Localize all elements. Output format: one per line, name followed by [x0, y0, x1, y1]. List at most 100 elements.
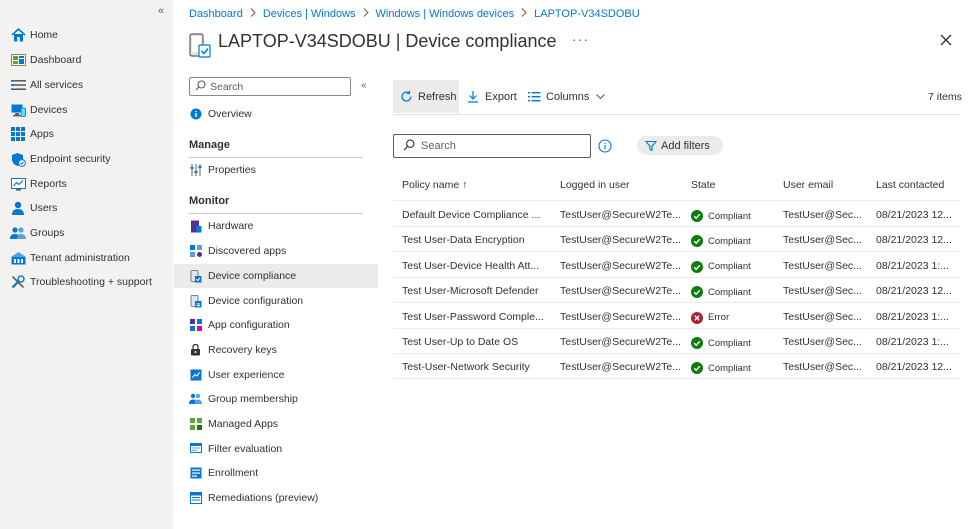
breadcrumb-devices-windows[interactable]: Devices | Windows — [263, 8, 356, 20]
menu-item-device-configuration[interactable]: Device configuration — [174, 289, 378, 313]
columns-button[interactable]: Columns — [527, 80, 606, 113]
menu-item-hardware[interactable]: Hardware — [174, 214, 378, 238]
menu-item-managed-apps[interactable]: Managed Apps — [174, 412, 378, 436]
logged-in-user-cell: TestUser@SecureW2Te... — [560, 234, 681, 247]
menu-item-app-configuration[interactable]: App configuration — [174, 313, 378, 337]
state-label: Compliant — [708, 286, 751, 298]
success-check-icon — [691, 337, 703, 349]
menu-item-overview[interactable]: Overview — [174, 102, 378, 126]
nav-item-label: Endpoint security — [30, 153, 111, 165]
state-label: Compliant — [708, 235, 751, 247]
close-icon[interactable] — [938, 32, 954, 48]
breadcrumb-dashboard[interactable]: Dashboard — [189, 8, 243, 20]
nav-item-devices[interactable]: Devices — [10, 100, 67, 120]
nav-item-all-services[interactable]: All services — [10, 75, 83, 95]
column-header-user-email[interactable]: User email — [783, 179, 833, 191]
nav-item-troubleshooting-support[interactable]: Troubleshooting + support — [10, 272, 152, 292]
nav-item-endpoint-security[interactable]: Endpoint security — [10, 149, 111, 169]
collapse-nav-button[interactable]: « — [158, 5, 164, 17]
menu-item-label: Overview — [208, 108, 252, 120]
table-row[interactable]: Test User-Password Comple... TestUser@Sec… — [393, 304, 960, 329]
nav-item-label: Reports — [30, 178, 67, 190]
managed-apps-icon — [189, 418, 202, 431]
troubleshooting-icon — [10, 274, 26, 290]
table-row[interactable]: Test User-Data Encryption TestUser@Secure… — [393, 227, 960, 253]
menu-search-placeholder: Search — [210, 80, 244, 93]
user-email-cell: TestUser@Sec... — [783, 336, 862, 348]
logged-in-user-cell: TestUser@SecureW2Te... — [560, 310, 681, 323]
more-options-button[interactable]: ··· — [572, 31, 589, 47]
policy-name-cell[interactable]: Default Device Compliance ... — [402, 209, 554, 221]
column-header-state[interactable]: State — [691, 179, 716, 191]
column-header-policy-name[interactable]: Policy name ↑ — [402, 179, 467, 191]
table-row[interactable]: Test User-Microsoft Defender TestUser@Sec… — [393, 278, 960, 304]
breadcrumb-device[interactable]: LAPTOP-V34SDOBU — [534, 8, 640, 20]
column-header-last-contacted[interactable]: Last contacted — [876, 179, 944, 191]
nav-item-label: Groups — [30, 227, 65, 239]
user-email-cell: TestUser@Sec... — [783, 259, 862, 272]
last-contacted-cell: 08/21/2023 12... — [876, 285, 952, 298]
grid-search-input[interactable]: Search — [393, 134, 591, 158]
menu-item-label: Device configuration — [208, 295, 304, 307]
refresh-button[interactable]: Refresh — [393, 80, 459, 113]
nav-item-apps[interactable]: Apps — [10, 124, 54, 144]
breadcrumb-windows-devices[interactable]: Windows | Windows devices — [376, 8, 515, 20]
nav-item-label: Devices — [30, 104, 68, 116]
menu-item-remediations-preview[interactable]: Remediations (preview) — [174, 486, 378, 510]
nav-item-label: All services — [30, 79, 84, 91]
download-icon — [466, 90, 480, 104]
last-contacted-cell: 08/21/2023 1:... — [876, 259, 949, 272]
policy-name-cell[interactable]: Test User-Up to Date OS — [402, 336, 554, 348]
add-filters-button[interactable]: Add filters — [637, 136, 723, 155]
policy-name-cell[interactable]: Test User-Password Comple... — [402, 311, 554, 323]
nav-item-dashboard[interactable]: Dashboard — [10, 50, 81, 70]
discovered-apps-icon — [189, 245, 202, 258]
nav-item-tenant-administration[interactable]: Tenant administration — [10, 248, 130, 268]
logged-in-user-cell: TestUser@SecureW2Te... — [560, 285, 681, 298]
export-button[interactable]: Export — [466, 80, 517, 113]
nav-item-reports[interactable]: Reports — [10, 174, 67, 194]
column-header-logged-in-user[interactable]: Logged in user — [560, 179, 629, 191]
nav-item-users[interactable]: Users — [10, 198, 57, 218]
menu-item-discovered-apps[interactable]: Discovered apps — [174, 239, 378, 263]
recovery-keys-icon — [189, 344, 202, 357]
menu-search-input[interactable]: Search — [189, 77, 351, 96]
device-compliance-icon — [189, 33, 211, 59]
info-icon — [189, 108, 202, 121]
user-experience-icon — [189, 369, 202, 382]
table-row[interactable]: Default Device Compliance ... TestUser@Se… — [393, 202, 960, 227]
menu-item-user-experience[interactable]: User experience — [174, 363, 378, 387]
state-cell: Compliant — [691, 286, 779, 299]
table-row[interactable]: Test User-Device Health Att... TestUser@S… — [393, 253, 960, 278]
last-contacted-cell: 08/21/2023 1:... — [876, 310, 949, 323]
users-icon — [10, 200, 26, 216]
menu-item-recovery-keys[interactable]: Recovery keys — [174, 338, 378, 362]
menu-item-device-compliance[interactable]: Device compliance — [174, 264, 378, 288]
collapse-menu-button[interactable]: « — [361, 80, 367, 91]
menu-item-enrollment[interactable]: Enrollment — [174, 461, 378, 485]
group-membership-icon — [189, 393, 202, 406]
policy-name-cell[interactable]: Test User-Data Encryption — [402, 234, 554, 246]
policy-name-cell[interactable]: Test-User-Network Security — [402, 361, 554, 373]
nav-item-home[interactable]: Home — [10, 25, 58, 45]
policy-name-cell[interactable]: Test User-Microsoft Defender — [402, 285, 554, 297]
menu-item-label: Managed Apps — [208, 418, 279, 430]
table-row[interactable]: Test-User-Network Security TestUser@Secur… — [393, 354, 960, 380]
breadcrumb-separator — [521, 8, 527, 20]
last-contacted-cell: 08/21/2023 12... — [876, 361, 952, 374]
info-icon[interactable] — [598, 139, 612, 153]
nav-item-groups[interactable]: Groups — [10, 223, 64, 243]
enrollment-icon — [189, 467, 202, 480]
menu-item-label: Properties — [208, 164, 256, 176]
menu-item-group-membership[interactable]: Group membership — [174, 387, 378, 411]
nav-item-label: Apps — [30, 128, 54, 140]
items-count: 7 items — [928, 91, 962, 103]
menu-item-filter-evaluation[interactable]: Filter evaluation — [174, 437, 378, 461]
breadcrumb: Dashboard Devices | Windows Windows | Wi… — [189, 8, 640, 20]
filter-evaluation-icon — [189, 443, 202, 456]
table-row[interactable]: Test User-Up to Date OS TestUser@SecureW2… — [393, 329, 960, 354]
last-contacted-cell: 08/21/2023 1:... — [876, 336, 949, 348]
policy-name-cell[interactable]: Test User-Device Health Att... — [402, 260, 554, 272]
success-check-icon — [691, 235, 703, 248]
menu-item-properties[interactable]: Properties — [174, 158, 378, 182]
